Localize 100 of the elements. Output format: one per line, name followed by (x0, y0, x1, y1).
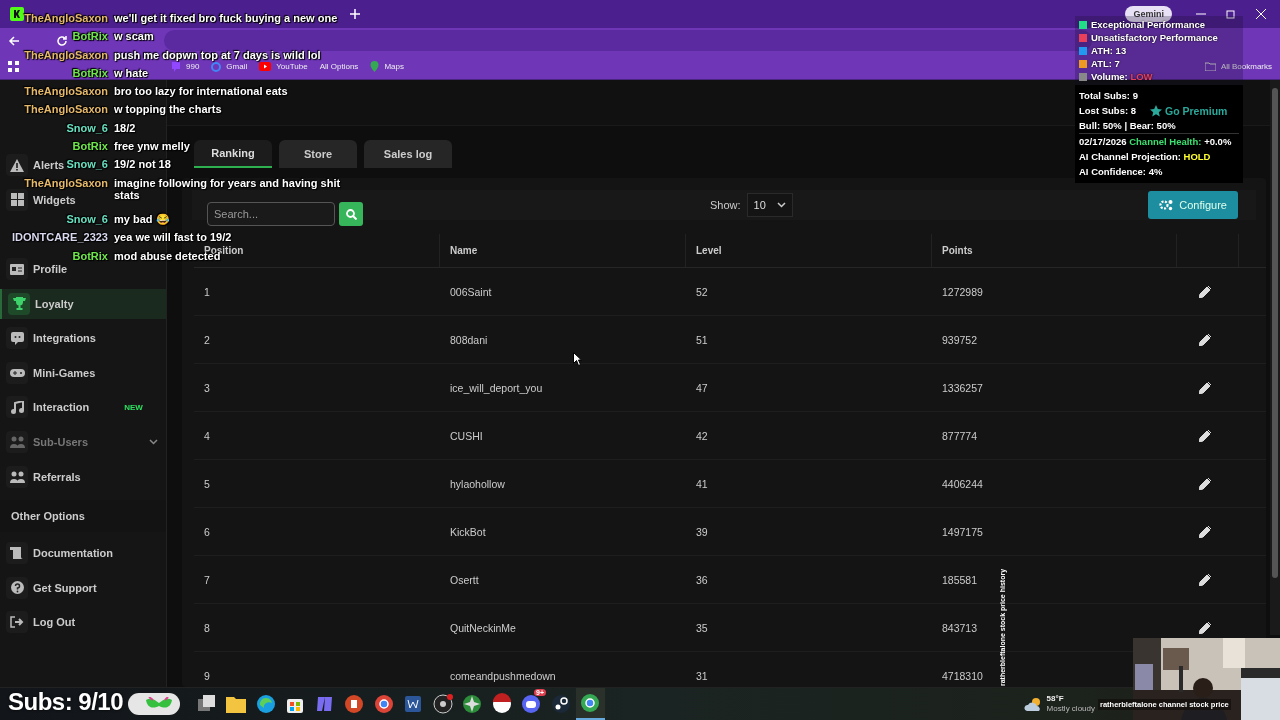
table-cell: 1 (204, 285, 210, 298)
game-store-icon[interactable] (549, 693, 572, 715)
sidebar-item[interactable]: Widgets (0, 188, 76, 211)
sidebar-item[interactable]: Loyalty (0, 288, 166, 319)
table-cell: 4406244 (942, 477, 983, 490)
slides-icon[interactable] (343, 693, 366, 715)
page-size-select[interactable]: 10 (746, 193, 793, 217)
browser-icon[interactable] (254, 693, 277, 715)
sidebar-item[interactable]: Documentation (0, 542, 114, 565)
browser-icon[interactable] (579, 692, 602, 714)
gamepad-icon (9, 367, 25, 378)
edit-button[interactable] (1197, 283, 1213, 300)
pencil-icon (1199, 429, 1211, 442)
star-icon (1150, 104, 1162, 117)
edit-button[interactable] (1197, 475, 1213, 492)
browser-icon[interactable] (372, 693, 395, 715)
chat-username: TheAngloSaxon (24, 85, 108, 98)
search-button[interactable] (339, 202, 363, 226)
star-app-icon[interactable] (461, 693, 484, 715)
tab[interactable]: Store (279, 140, 357, 168)
table-cell: hylaohollow (450, 477, 505, 490)
configure-button[interactable]: Configure (1148, 191, 1238, 219)
bookmark-folder[interactable]: All Bookmarks (1204, 62, 1272, 72)
pencil-icon (1199, 477, 1211, 490)
record-icon[interactable] (431, 693, 454, 715)
table-cell: 808dani (450, 333, 488, 346)
back-icon[interactable] (8, 35, 20, 47)
table-cell: 31 (696, 669, 708, 682)
pencil-icon (1199, 525, 1211, 538)
stat-text: Exceptional Performance (1091, 19, 1206, 30)
edit-button[interactable] (1197, 571, 1213, 588)
sidebar-item[interactable]: Profile (0, 258, 68, 281)
close-icon[interactable] (1256, 8, 1266, 19)
restore-icon[interactable] (1226, 8, 1236, 19)
edit-button[interactable] (1197, 619, 1213, 636)
plus-icon[interactable] (350, 8, 360, 19)
bookmark[interactable]: Maps (370, 61, 404, 73)
chat-message: 19/2 not 18 (114, 158, 171, 171)
chat-message: we'll get it fixed bro fuck buying a new one (114, 12, 338, 24)
chevron-down-icon (776, 202, 786, 208)
users-icon (9, 436, 25, 449)
sidebar-item[interactable]: Get Support (0, 576, 97, 599)
chat-username: BotRix (72, 140, 108, 153)
search-box[interactable] (128, 693, 180, 715)
chat-icon (171, 61, 181, 72)
table-cell: ice_will_deport_you (450, 381, 543, 394)
chat-username: IDONTCARE_2323 (12, 231, 108, 244)
search-icon (345, 208, 357, 220)
sidebar-item[interactable]: Alerts (0, 154, 65, 177)
table-cell: 1497175 (942, 525, 983, 538)
bookmark[interactable]: Gmail (211, 61, 248, 72)
table-cell: CUSHI (450, 429, 483, 442)
table-cell: 51 (696, 333, 708, 346)
pencil-icon (1199, 333, 1211, 346)
table-cell: 41 (696, 477, 708, 490)
scrollbar[interactable] (1270, 80, 1280, 635)
table-cell: 52 (696, 285, 708, 298)
ball-app-icon[interactable] (490, 693, 513, 715)
scroll-icon (10, 547, 24, 560)
stat-text: ATL: 7 (1091, 58, 1120, 69)
edit-button[interactable] (1197, 523, 1213, 540)
bookmark[interactable]: YouTube (259, 62, 308, 72)
go-premium-link[interactable]: Go Premium (1150, 104, 1228, 117)
column-header: Points (942, 245, 973, 256)
bookmark[interactable]: All Options (319, 62, 359, 72)
edit-button[interactable] (1197, 331, 1213, 348)
stat-text: Lost Subs: 8 (1079, 105, 1136, 116)
edit-button[interactable] (1197, 427, 1213, 444)
table-cell: 42 (696, 429, 708, 442)
table-cell: 4718310 (942, 669, 983, 682)
table-cell: 39 (696, 525, 708, 538)
logo-icon (10, 6, 24, 21)
chat-icon (10, 331, 24, 345)
search-field[interactable]: Search... (207, 202, 335, 226)
chat-message: free ynw melly (114, 140, 190, 153)
table-cell: comeandpushmedown (450, 669, 556, 682)
table-cell: 35 (696, 621, 708, 634)
reload-icon[interactable] (56, 35, 68, 47)
table-cell: 9 (204, 669, 210, 682)
edit-button[interactable] (1197, 379, 1213, 396)
gemini-button[interactable]: Gemini (1125, 5, 1172, 22)
sidebar-item[interactable]: Interaction NEW (0, 396, 143, 419)
sidebar-item[interactable]: Referrals (0, 465, 81, 488)
chat-username: Snow_6 (66, 158, 108, 171)
table-cell: 36 (696, 573, 708, 586)
stat-text: ATH: 13 (1091, 45, 1127, 56)
apps-grid-icon[interactable] (8, 61, 19, 73)
chat-username: BotRix (72, 249, 108, 262)
sidebar-item[interactable]: Integrations (0, 327, 96, 350)
sidebar-item[interactable]: Mini-Games (0, 361, 96, 384)
table-cell: 185581 (942, 573, 978, 586)
sidebar-item[interactable]: Log Out (0, 611, 76, 634)
bookmark[interactable]: 990 (171, 61, 200, 72)
stat-text: AI Confidence: 4% (1079, 166, 1163, 177)
chat-username: BotRix (72, 66, 108, 79)
new-label: NEW (124, 402, 143, 412)
tab[interactable]: Ranking (194, 140, 272, 168)
chat-app-icon[interactable] (520, 693, 543, 715)
tab[interactable]: Sales log (364, 140, 452, 168)
temperature: 58°F (1046, 694, 1065, 704)
